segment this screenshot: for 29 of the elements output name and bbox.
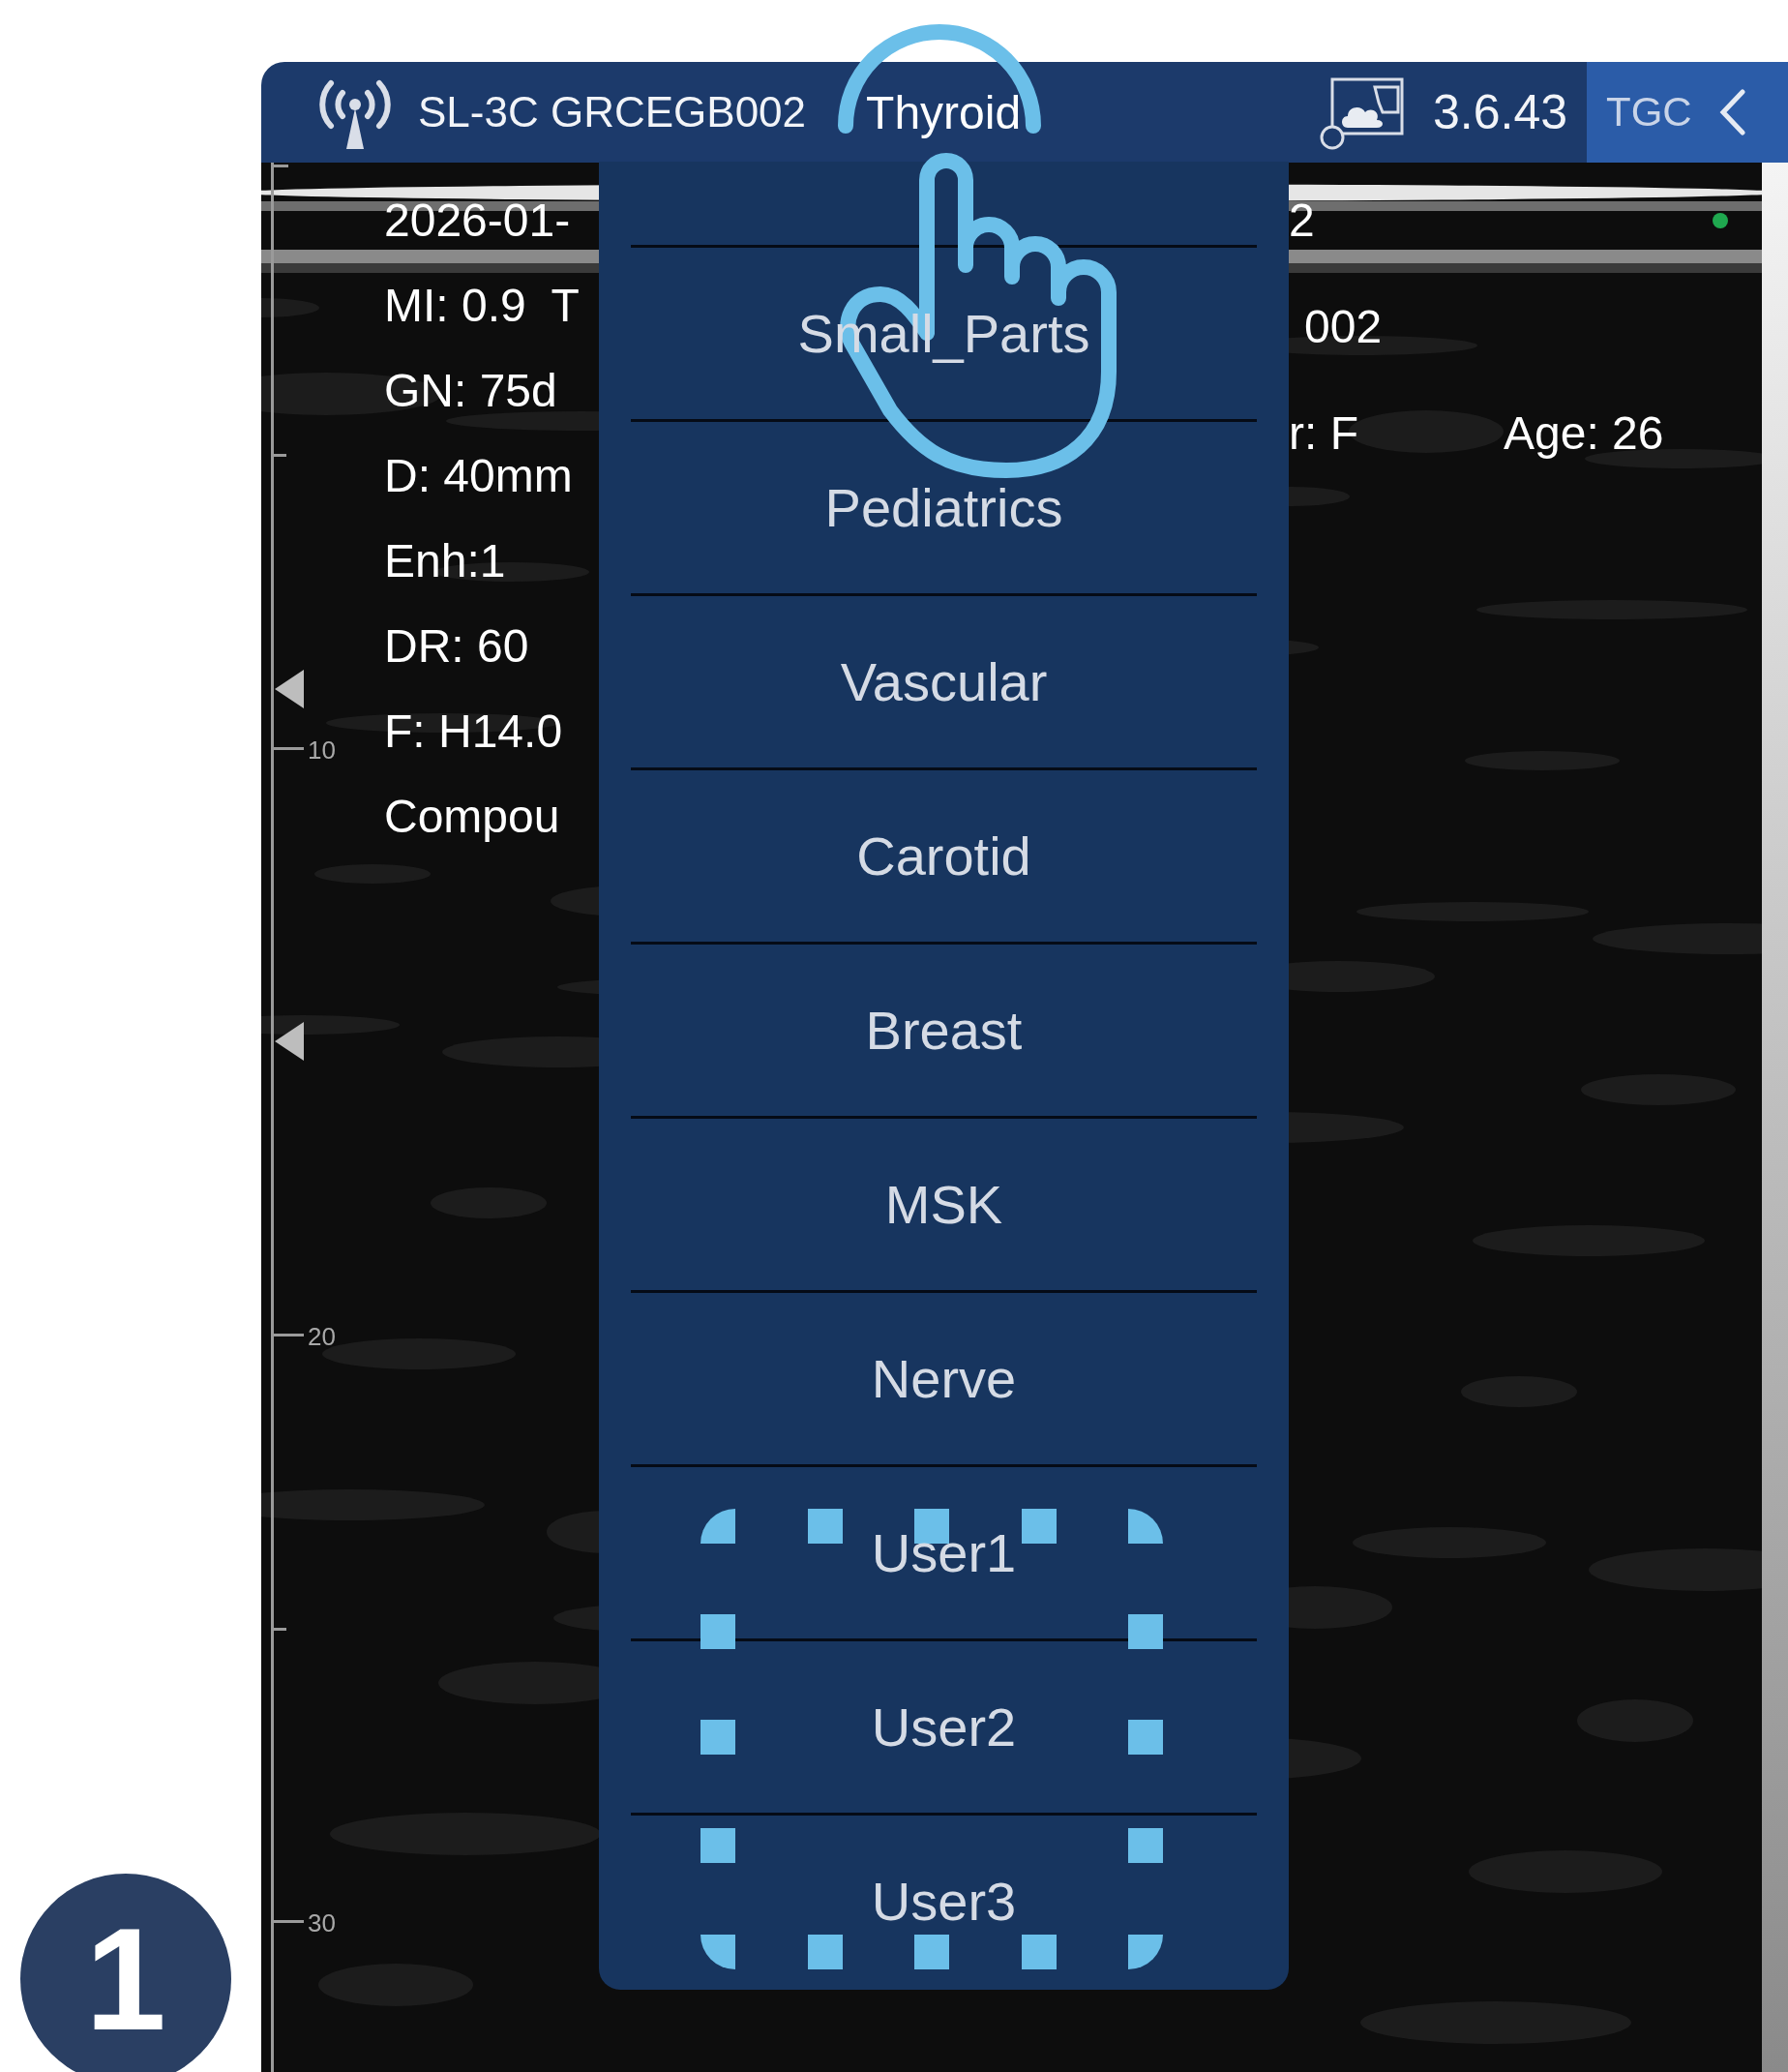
preset-menu-item[interactable]: User3 bbox=[599, 1816, 1289, 1987]
preset-menu-item[interactable]: Carotid bbox=[599, 770, 1289, 942]
scale-label: 20 bbox=[308, 1322, 336, 1351]
preset-label[interactable]: Thyroid bbox=[866, 85, 1022, 139]
parameter-text: MI: 0.9 T bbox=[384, 279, 580, 333]
patient-info-text: r: F bbox=[1289, 406, 1358, 461]
parameter-text: DR: 60 bbox=[384, 619, 529, 674]
step-badge: 1 bbox=[20, 1874, 231, 2072]
preset-menu-item[interactable]: User2 bbox=[599, 1641, 1289, 1813]
parameter-text: D: 40mm bbox=[384, 449, 573, 503]
parameter-text: Compou bbox=[384, 790, 560, 844]
preset-menu-item[interactable]: Breast bbox=[599, 945, 1289, 1116]
preset-menu-item[interactable]: Vascular bbox=[599, 596, 1289, 767]
parameter-text: F: H14.0 bbox=[384, 705, 563, 759]
parameter-text: GN: 75d bbox=[384, 364, 557, 418]
preset-menu-item[interactable]: Nerve bbox=[599, 1293, 1289, 1464]
scale-label: 10 bbox=[308, 736, 336, 765]
patient-info-text: 2 bbox=[1289, 194, 1315, 248]
parameter-text: Enh:1 bbox=[384, 534, 506, 588]
preset-menu-item[interactable]: Pediatrics bbox=[599, 422, 1289, 593]
preset-menu-item[interactable]: MSK bbox=[599, 1119, 1289, 1290]
tgc-button[interactable]: TGC bbox=[1587, 62, 1788, 163]
version-label: 3.6.43 bbox=[1433, 84, 1567, 140]
patient-info-text: Age: 26 bbox=[1504, 406, 1664, 461]
parameter-text: 2026-01- bbox=[384, 194, 571, 248]
device-name: SL-3C GRCEGB002 bbox=[418, 88, 807, 136]
preset-menu-item[interactable]: User1 bbox=[599, 1467, 1289, 1638]
scale-label: 30 bbox=[308, 1908, 336, 1937]
patient-info-text: 002 bbox=[1304, 300, 1383, 354]
